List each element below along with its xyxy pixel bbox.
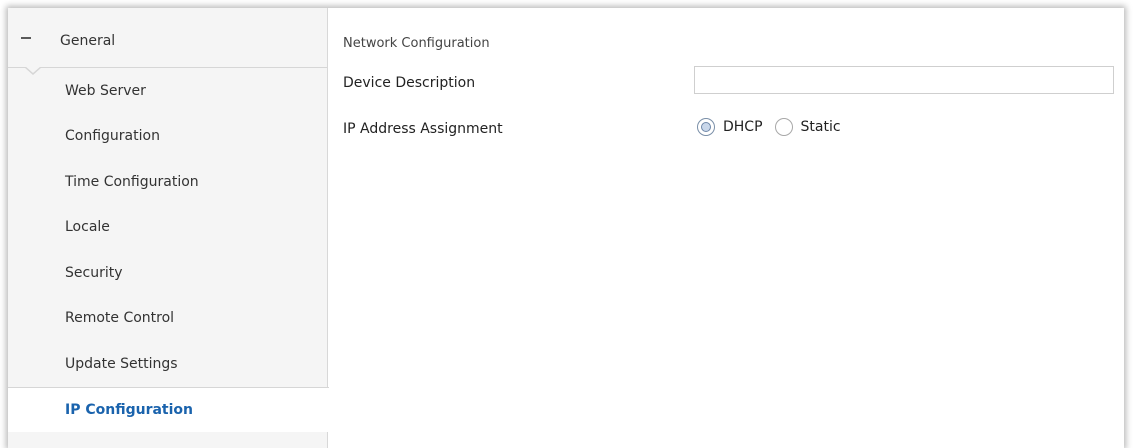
sidebar-item-ip-configuration[interactable]: IP Configuration [8, 386, 329, 432]
sidebar-item-update-settings[interactable]: Update Settings [8, 341, 327, 387]
radio-checked-icon [697, 118, 715, 136]
ip-assignment-radio-group: DHCP Static [697, 118, 853, 136]
sidebar: General Web Server Configuration Time Co… [8, 8, 329, 448]
dhcp-radio-label: DHCP [723, 119, 763, 135]
sidebar-items: Web Server Configuration Time Configurat… [8, 68, 329, 432]
sidebar-item-configuration[interactable]: Configuration [8, 114, 327, 160]
dhcp-radio[interactable]: DHCP [697, 118, 763, 136]
sidebar-item-time-configuration[interactable]: Time Configuration [8, 159, 327, 205]
device-description-input[interactable] [694, 66, 1114, 94]
main-panel: Network Configuration Device Description… [343, 8, 1124, 448]
sidebar-group-general[interactable]: General [8, 8, 327, 68]
static-radio[interactable]: Static [774, 118, 841, 136]
ip-assignment-label: IP Address Assignment [343, 121, 503, 137]
static-radio-label: Static [800, 119, 841, 135]
sidebar-group-label: General [60, 33, 116, 49]
sidebar-item-locale[interactable]: Locale [8, 205, 327, 251]
sidebar-item-web-server[interactable]: Web Server [8, 68, 327, 114]
radio-unchecked-icon [774, 118, 793, 136]
settings-window: General Web Server Configuration Time Co… [8, 8, 1124, 448]
section-title: Network Configuration [343, 36, 490, 51]
minus-icon[interactable] [19, 31, 33, 45]
sidebar-item-remote-control[interactable]: Remote Control [8, 296, 327, 342]
sidebar-item-security[interactable]: Security [8, 250, 327, 296]
device-description-label: Device Description [343, 75, 476, 91]
